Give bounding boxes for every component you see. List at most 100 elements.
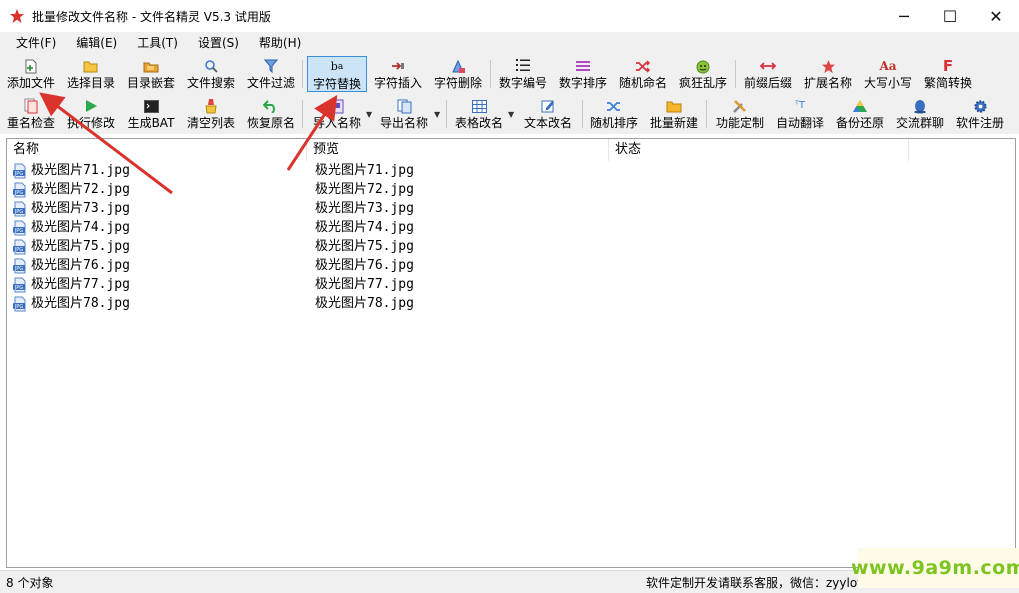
- window-title: 批量修改文件名称 - 文件名精灵 V5.3 试用版: [32, 9, 271, 24]
- file-name: 极光图片74.jpg: [31, 220, 130, 235]
- backup-restore-button[interactable]: 备份还原: [833, 96, 887, 132]
- batch-create-button[interactable]: 批量新建: [647, 96, 701, 132]
- clear-list-button[interactable]: 清空列表: [184, 96, 238, 132]
- chat-icon: [911, 98, 929, 114]
- random-sort-button[interactable]: 随机排序: [587, 96, 641, 132]
- jpg-file-icon: JPG: [12, 296, 28, 312]
- object-count: 8 个对象: [6, 576, 54, 590]
- number-button[interactable]: 数字编号: [496, 56, 550, 92]
- jpg-file-icon: JPG: [12, 258, 28, 274]
- file-search-button[interactable]: 文件搜索: [184, 56, 238, 92]
- menu-bar: 文件(F) 编辑(E) 工具(T) 设置(S) 帮助(H): [0, 32, 1019, 54]
- file-list-view[interactable]: 名称 预览 状态 JPG 极光图片71.jpg 极光图片71.jpg JPG 极光图片7…: [6, 138, 1016, 568]
- table-row[interactable]: JPG 极光图片72.jpg 极光图片72.jpg: [7, 180, 1015, 199]
- file-name: 极光图片73.jpg: [31, 201, 130, 216]
- import-dropdown-arrow[interactable]: ▼: [366, 110, 372, 119]
- menu-settings[interactable]: 设置(S): [188, 32, 249, 54]
- undo-icon: [262, 98, 280, 114]
- restore-name-button[interactable]: 恢复原名: [244, 96, 298, 132]
- table-row[interactable]: JPG 极光图片78.jpg 极光图片78.jpg: [7, 294, 1015, 313]
- export-dropdown-arrow[interactable]: ▼: [434, 110, 440, 119]
- table-rename-button[interactable]: 表格改名: [452, 96, 506, 132]
- table-dropdown-arrow[interactable]: ▼: [508, 110, 514, 119]
- menu-tools[interactable]: 工具(T): [127, 32, 188, 54]
- file-name-cell: JPG 极光图片75.jpg: [12, 237, 130, 256]
- file-filter-button[interactable]: 文件过滤: [244, 56, 298, 92]
- file-name-cell: JPG 极光图片78.jpg: [12, 294, 130, 313]
- import-names-button[interactable]: 导入名称: [310, 96, 364, 132]
- add-file-icon: [22, 58, 40, 74]
- number-sort-button[interactable]: 数字排序: [556, 56, 610, 92]
- preview-name: 极光图片75.jpg: [315, 239, 414, 254]
- trad-simp-button[interactable]: F 繁简转换: [921, 56, 975, 92]
- random-name-button[interactable]: 随机命名: [616, 56, 670, 92]
- column-header-name[interactable]: 名称: [7, 139, 307, 161]
- minimize-button[interactable]: ─: [881, 0, 927, 32]
- table-row[interactable]: JPG 极光图片73.jpg 极光图片73.jpg: [7, 199, 1015, 218]
- svg-text:JPG: JPG: [14, 228, 23, 234]
- text-rename-button[interactable]: 文本改名: [520, 96, 576, 132]
- menu-file[interactable]: 文件(F): [6, 32, 66, 54]
- contact-info: 软件定制开发请联系客服，微信：zyylov: [646, 576, 865, 590]
- char-insert-button[interactable]: 字符插入: [371, 56, 425, 92]
- toolbar-separator: [706, 100, 707, 128]
- group-chat-button[interactable]: 交流群聊: [893, 96, 947, 132]
- char-replace-button[interactable]: ba 字符替换: [307, 56, 367, 92]
- generate-bat-button[interactable]: 生成BAT: [124, 96, 178, 132]
- prefix-suffix-button[interactable]: 前缀后缀: [741, 56, 795, 92]
- toolbar-separator: [446, 100, 447, 128]
- crazy-shuffle-button[interactable]: 疯狂乱序: [676, 56, 730, 92]
- app-star-icon: [8, 7, 26, 25]
- list-header: 名称 预览 状态: [7, 139, 1015, 161]
- toolbar-separator: [735, 60, 736, 88]
- close-button[interactable]: ✕: [973, 0, 1019, 32]
- execute-button[interactable]: 执行修改: [64, 96, 118, 132]
- insert-text-icon: [389, 58, 407, 74]
- table-row[interactable]: JPG 极光图片74.jpg 极光图片74.jpg: [7, 218, 1015, 237]
- file-name: 极光图片77.jpg: [31, 277, 130, 292]
- register-button[interactable]: 软件注册: [953, 96, 1007, 132]
- table-row[interactable]: JPG 极光图片76.jpg 极光图片76.jpg: [7, 256, 1015, 275]
- svg-text:JPG: JPG: [14, 266, 23, 272]
- extension-button[interactable]: 扩展名称: [801, 56, 855, 92]
- search-icon: [202, 58, 220, 74]
- tools-icon: [731, 98, 749, 114]
- table-row[interactable]: JPG 极光图片77.jpg 极光图片77.jpg: [7, 275, 1015, 294]
- folder-nest-button[interactable]: 目录嵌套: [124, 56, 178, 92]
- file-name-cell: JPG 极光图片77.jpg: [12, 275, 130, 294]
- crazy-face-icon: [694, 58, 712, 74]
- jpg-file-icon: JPG: [12, 163, 28, 179]
- customize-button[interactable]: 功能定制: [713, 96, 767, 132]
- select-folder-button[interactable]: 选择目录: [64, 56, 118, 92]
- jpg-file-icon: JPG: [12, 220, 28, 236]
- svg-text:JPG: JPG: [14, 285, 23, 291]
- title-bar: 批量修改文件名称 - 文件名精灵 V5.3 试用版 ─ ☐ ✕: [0, 0, 1019, 32]
- preview-name: 极光图片72.jpg: [315, 182, 414, 197]
- maximize-button[interactable]: ☐: [927, 0, 973, 32]
- site-watermark: www.9a9m.com: [851, 548, 1019, 588]
- menu-help[interactable]: 帮助(H): [249, 32, 311, 54]
- char-delete-button[interactable]: 字符删除: [431, 56, 485, 92]
- auto-translate-button[interactable]: ᵀT 自动翻译: [773, 96, 827, 132]
- file-name: 极光图片72.jpg: [31, 182, 130, 197]
- svg-text:JPG: JPG: [14, 171, 23, 177]
- export-names-button[interactable]: 导出名称: [376, 96, 432, 132]
- clear-list-icon: [202, 98, 220, 114]
- grid-icon: [470, 98, 488, 114]
- random-sort-icon: [605, 98, 623, 114]
- file-name-cell: JPG 极光图片74.jpg: [12, 218, 130, 237]
- menu-edit[interactable]: 编辑(E): [66, 32, 127, 54]
- replace-text-icon: ba: [330, 60, 344, 73]
- add-file-button[interactable]: 添加文件: [4, 56, 58, 92]
- table-row[interactable]: JPG 极光图片75.jpg 极光图片75.jpg: [7, 237, 1015, 256]
- duplicate-check-button[interactable]: 重名检查: [4, 96, 58, 132]
- translate-icon: ᵀT: [795, 100, 805, 111]
- case-button[interactable]: Aa 大写小写: [861, 56, 915, 92]
- folder-open-icon: [82, 58, 100, 74]
- duplicate-check-icon: [22, 98, 40, 114]
- column-header-status[interactable]: 状态: [609, 139, 909, 161]
- case-icon: Aa: [879, 59, 897, 73]
- column-header-preview[interactable]: 预览: [307, 139, 609, 161]
- table-row[interactable]: JPG 极光图片71.jpg 极光图片71.jpg: [7, 161, 1015, 180]
- file-name-cell: JPG 极光图片76.jpg: [12, 256, 130, 275]
